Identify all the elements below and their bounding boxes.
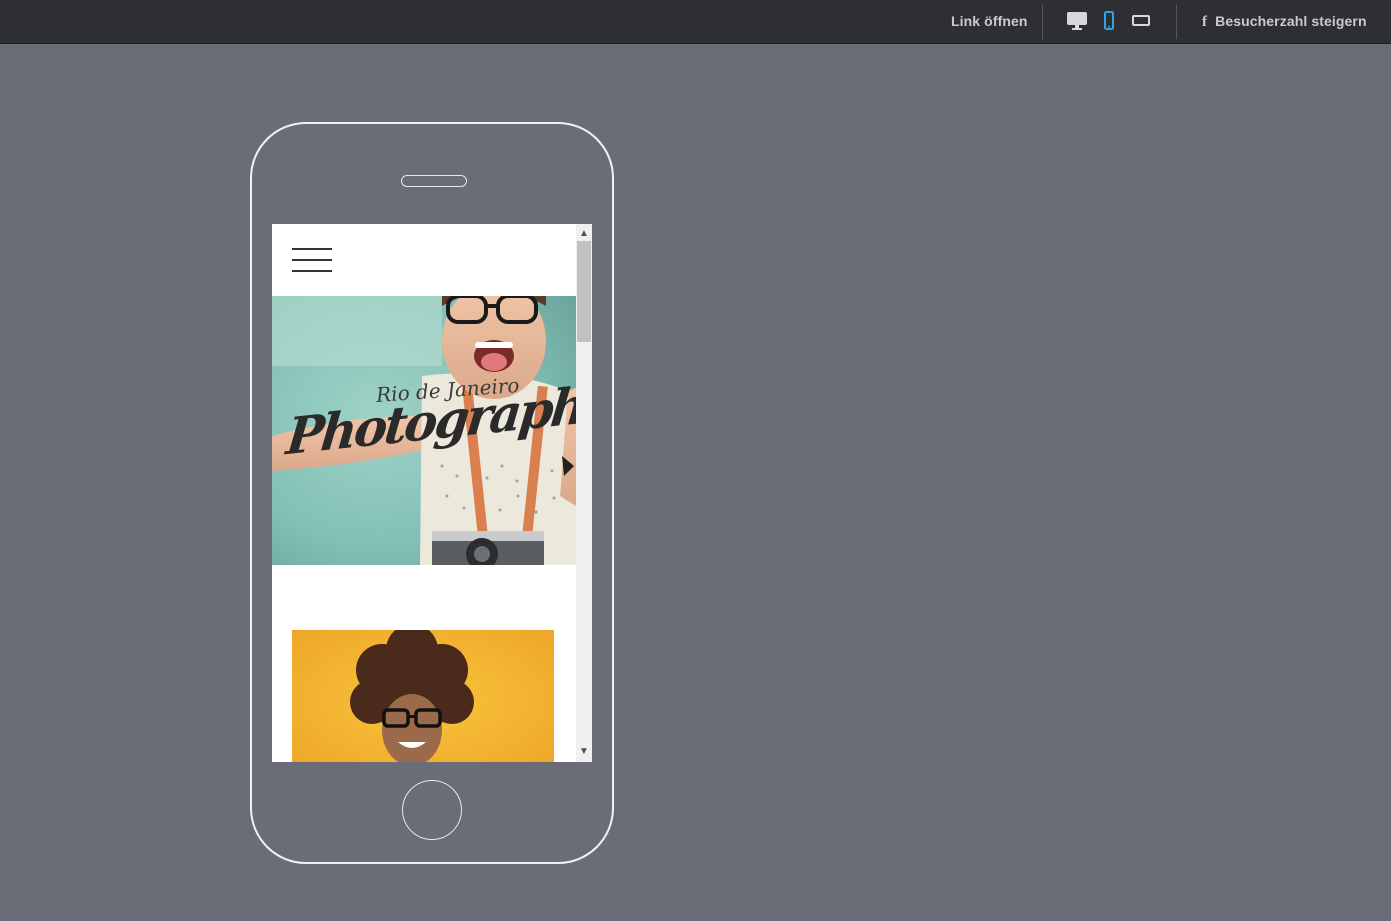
promote-label: Besucherzahl steigern <box>1215 13 1367 29</box>
monitor-icon <box>1067 12 1087 30</box>
scrollbar-thumb[interactable] <box>577 241 591 342</box>
toolbar-divider <box>1042 5 1043 39</box>
tablet-landscape-icon <box>1132 15 1150 26</box>
mobile-view-button[interactable] <box>1098 11 1120 31</box>
open-link-button[interactable]: Link öffnen <box>951 0 1028 44</box>
hero-banner: Rio de Janeiro Photography <box>272 296 576 565</box>
scroll-down-arrow-icon[interactable]: ▼ <box>576 744 592 760</box>
toolbar-divider <box>1176 5 1177 39</box>
smartphone-icon <box>1104 11 1114 30</box>
hamburger-menu-icon[interactable] <box>292 246 332 274</box>
facebook-icon: f <box>1202 14 1208 30</box>
tablet-view-button[interactable] <box>1130 11 1152 31</box>
hero-logo: Rio de Janeiro Photography <box>272 296 576 565</box>
preview-scrollbar[interactable]: ▲ ▼ <box>576 224 592 762</box>
mobile-preview-screen: Rio de Janeiro Photography ▲ ▼ <box>272 224 592 762</box>
preview-toolbar: Link öffnen f Besucherzahl steigern <box>0 0 1391 44</box>
phone-home-button[interactable] <box>402 780 462 840</box>
desktop-view-button[interactable] <box>1066 11 1088 31</box>
portrait-image <box>292 630 554 762</box>
scroll-up-arrow-icon[interactable]: ▲ <box>576 226 592 242</box>
phone-speaker <box>401 175 467 187</box>
portrait-photo <box>292 630 554 762</box>
promote-facebook-button[interactable]: f Besucherzahl steigern <box>1202 0 1367 44</box>
